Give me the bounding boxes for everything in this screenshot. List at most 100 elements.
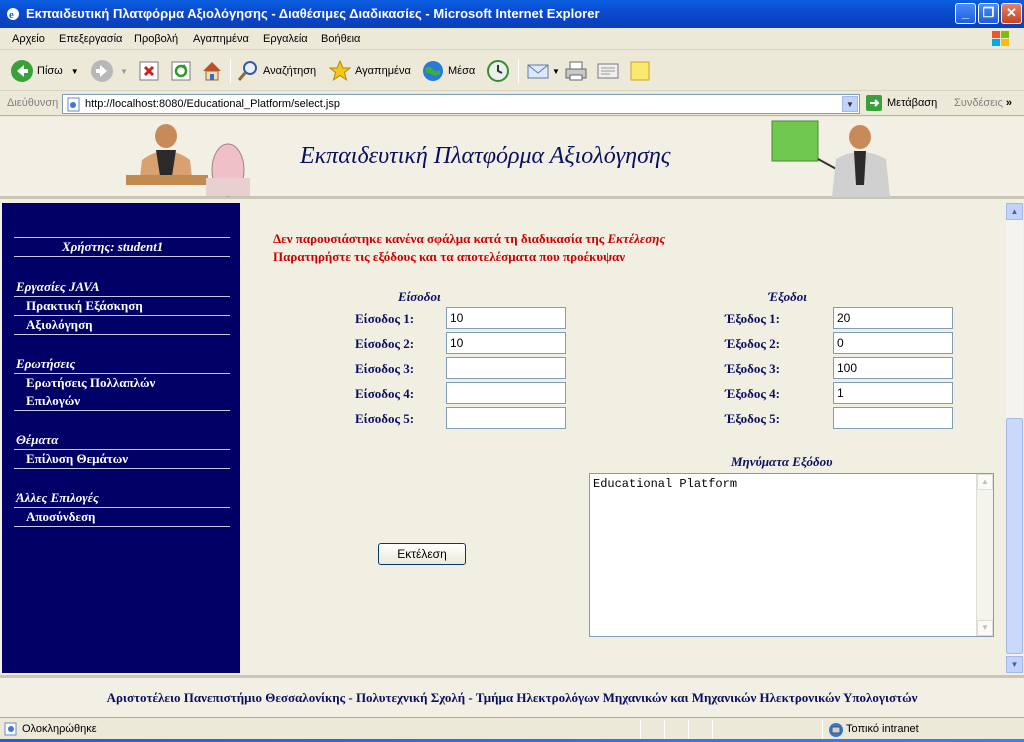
success-message-text: Δεν παρουσιάστηκε κανένα σφάλμα κατά τη … (273, 231, 608, 246)
teacher-at-desk-illustration (126, 124, 250, 197)
sidebar-item-solve-topics[interactable]: Επίλυση Θεμάτων (26, 451, 128, 467)
footer-text: Αριστοτέλειο Πανεπιστήμιο Θεσσαλονίκης -… (106, 690, 918, 705)
input-label-1: Είσοδος 1: (355, 311, 415, 326)
mail-button[interactable]: ▼ (526, 57, 560, 85)
mail-dropdown-icon[interactable]: ▼ (552, 67, 560, 76)
run-button[interactable]: Εκτέλεση (378, 543, 466, 565)
output-label-2: Έξοδος 2: (725, 336, 780, 351)
page-scroll-up-icon[interactable]: ▲ (1006, 203, 1023, 220)
sidebar-user: Χρήστης: student1 (62, 239, 164, 254)
history-icon (487, 60, 509, 82)
media-globe-icon (423, 61, 443, 81)
minimize-button[interactable]: _ (955, 3, 976, 24)
home-button[interactable] (200, 57, 224, 85)
sidebar-nav: Χρήστης: student1 Εργασίες JAVA Πρακτική… (2, 203, 240, 673)
discuss-button[interactable] (628, 57, 652, 85)
back-dropdown-icon[interactable]: ▼ (71, 67, 79, 76)
stop-button[interactable] (138, 57, 160, 85)
internet-explorer-icon: e (7, 8, 19, 21)
scroll-down-icon[interactable]: ▼ (977, 620, 993, 636)
output-field-5[interactable] (833, 407, 953, 429)
print-icon (565, 61, 587, 81)
media-button[interactable]: Μέσα (421, 57, 475, 85)
textarea-scrollbar[interactable]: ▲ ▼ (976, 474, 993, 636)
edit-button[interactable] (596, 57, 620, 85)
refresh-icon (171, 61, 191, 81)
output-field-1[interactable] (833, 307, 953, 329)
page-scroll-down-icon[interactable]: ▼ (1006, 656, 1023, 673)
page-area: Εκπαιδευτική Πλατφόρμα Αξιολόγησης Χρήστ… (0, 117, 1024, 717)
menu-tools[interactable]: Εργαλεία (263, 33, 308, 45)
forward-arrow-icon (91, 60, 113, 82)
page-icon (67, 97, 80, 112)
input-field-4[interactable] (446, 382, 566, 404)
back-label: Πίσω (37, 65, 63, 77)
refresh-button[interactable] (170, 57, 192, 85)
windows-logo-icon (992, 31, 1009, 46)
menu-favorites[interactable]: Αγαπημένα (193, 33, 249, 45)
address-dropdown-icon[interactable]: ▼ (842, 96, 858, 112)
menu-bar: Αρχείο Επεξεργασία Προβολή Αγαπημένα Εργ… (0, 28, 1024, 50)
output-messages-heading: Μηνύματα Εξόδου (731, 454, 833, 469)
search-label: Αναζήτηση (263, 65, 317, 77)
menu-edit[interactable]: Επεξεργασία (59, 33, 122, 45)
output-messages-textarea[interactable]: Educational Platform ▲ ▼ (589, 473, 994, 637)
media-label: Μέσα (448, 65, 476, 77)
output-label-4: Έξοδος 4: (725, 386, 780, 401)
menu-help[interactable]: Βοήθεια (321, 33, 360, 45)
print-button[interactable] (564, 57, 588, 85)
sidebar-heading-topics: Θέματα (16, 432, 59, 447)
favorites-label: Αγαπημένα (355, 65, 411, 77)
address-input[interactable]: http://localhost:8080/Educational_Platfo… (62, 94, 860, 114)
input-label-2: Είσοδος 2: (355, 336, 415, 351)
address-label: Διεύθυνση (7, 97, 59, 109)
forward-button[interactable]: ▼ (90, 57, 128, 85)
close-button[interactable]: ✕ (1001, 3, 1022, 24)
search-icon (237, 61, 257, 81)
page-done-icon (4, 722, 17, 736)
links-button[interactable]: Συνδέσεις » (954, 97, 1012, 109)
go-button[interactable]: Μετάβαση (866, 95, 937, 111)
history-button[interactable] (486, 57, 510, 85)
page-scrollbar[interactable]: ▲ ▼ (1006, 203, 1023, 673)
menu-file[interactable]: Αρχείο (12, 33, 45, 45)
toolbar: Πίσω ▼ ▼ Αναζήτηση Αγαπημένα Μέσα ▼ (0, 51, 1024, 91)
scroll-up-icon[interactable]: ▲ (977, 474, 993, 490)
page-header: Εκπαιδευτική Πλατφόρμα Αξιολόγησης (0, 117, 1024, 199)
main-content: Δεν παρουσιάστηκε κανένα σφάλμα κατά τη … (246, 203, 1006, 673)
status-text: Ολοκληρώθηκε (22, 723, 97, 735)
success-message-line1: Δεν παρουσιάστηκε κανένα σφάλμα κατά τη … (273, 231, 665, 247)
input-field-3[interactable] (446, 357, 566, 379)
sidebar-item-practice[interactable]: Πρακτική Εξάσκηση (26, 298, 143, 314)
forward-dropdown-icon[interactable]: ▼ (120, 67, 128, 76)
output-label-5: Έξοδος 5: (725, 411, 780, 426)
input-field-1[interactable] (446, 307, 566, 329)
sidebar-item-evaluation[interactable]: Αξιολόγηση (26, 317, 93, 333)
back-button[interactable]: Πίσω ▼ (10, 57, 79, 85)
sidebar-item-multiple-choice[interactable]: Ερωτήσεις Πολλαπλών (26, 375, 155, 391)
search-button[interactable]: Αναζήτηση (236, 57, 316, 85)
input-field-5[interactable] (446, 407, 566, 429)
sidebar-item-multiple-choice-2[interactable]: Επιλογών (26, 393, 80, 409)
success-message-line2: Παρατηρήστε τις εξόδους και τα αποτελέσμ… (273, 249, 626, 264)
page-scroll-thumb[interactable] (1006, 418, 1023, 654)
address-bar: Διεύθυνση http://localhost:8080/Educatio… (0, 92, 1024, 116)
svg-text:e: e (9, 9, 14, 21)
restore-button[interactable]: ❐ (978, 3, 999, 24)
note-icon (630, 61, 650, 81)
output-field-3[interactable] (833, 357, 953, 379)
output-messages-text: Educational Platform (593, 477, 738, 491)
menu-view[interactable]: Προβολή (134, 33, 178, 45)
links-label: Συνδέσεις (954, 97, 1003, 109)
sidebar-item-logout[interactable]: Αποσύνδεση (26, 509, 95, 525)
home-icon (203, 62, 221, 81)
success-message-emphasis: Εκτέλεσης (607, 231, 666, 246)
stop-icon (139, 61, 159, 81)
output-field-2[interactable] (833, 332, 953, 354)
input-field-2[interactable] (446, 332, 566, 354)
favorites-button[interactable]: Αγαπημένα (328, 57, 411, 85)
output-field-4[interactable] (833, 382, 953, 404)
sidebar-heading-java: Εργασίες JAVA (16, 279, 100, 294)
edit-page-icon (597, 63, 619, 79)
window-title: Εκπαιδευτική Πλατφόρμα Αξιολόγησης - Δια… (26, 6, 600, 21)
